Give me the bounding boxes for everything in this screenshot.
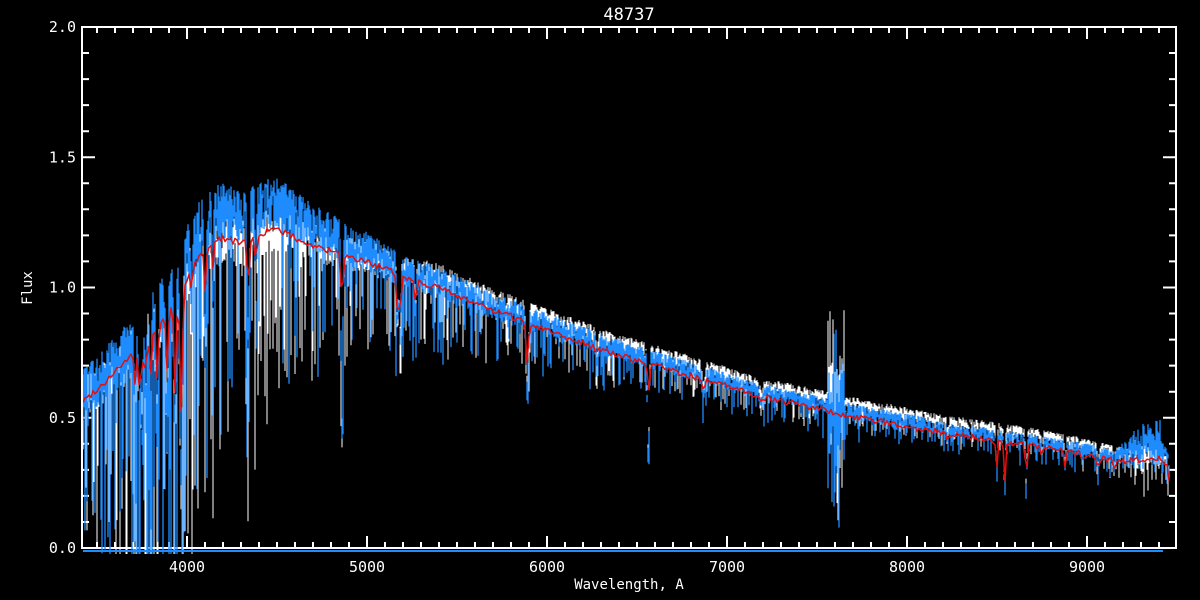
x-tick-label: 7000: [709, 558, 745, 576]
x-tick-label: 5000: [349, 558, 385, 576]
x-tick-label: 4000: [169, 558, 205, 576]
plot-area: [83, 178, 1170, 554]
y-axis-label: Flux: [20, 271, 36, 305]
spectrum-chart: 4000 5000 6000 7000 8000 9000 0.0 0.5 1.0 1.5 2.0…: [20, 5, 1177, 593]
spectrum-plot-window: 4000 5000 6000 7000 8000 9000 0.0 0.5 1.0 1.5 2.0…: [0, 0, 1200, 600]
y-tick-label: 1.0: [49, 279, 76, 297]
x-tick-label: 8000: [889, 558, 925, 576]
x-tick-label: 6000: [529, 558, 565, 576]
y-tick-label: 2.0: [49, 18, 76, 36]
chart-title: 48737: [603, 5, 654, 25]
y-tick-label: 1.5: [49, 148, 76, 166]
x-axis-label: Wavelength, A: [574, 577, 684, 593]
x-tick-labels: 4000 5000 6000 7000 8000 9000: [169, 558, 1105, 576]
y-tick-labels: 0.0 0.5 1.0 1.5 2.0: [49, 18, 76, 557]
x-tick-label: 9000: [1069, 558, 1105, 576]
y-tick-label: 0.0: [49, 539, 76, 557]
y-tick-label: 0.5: [49, 409, 76, 427]
